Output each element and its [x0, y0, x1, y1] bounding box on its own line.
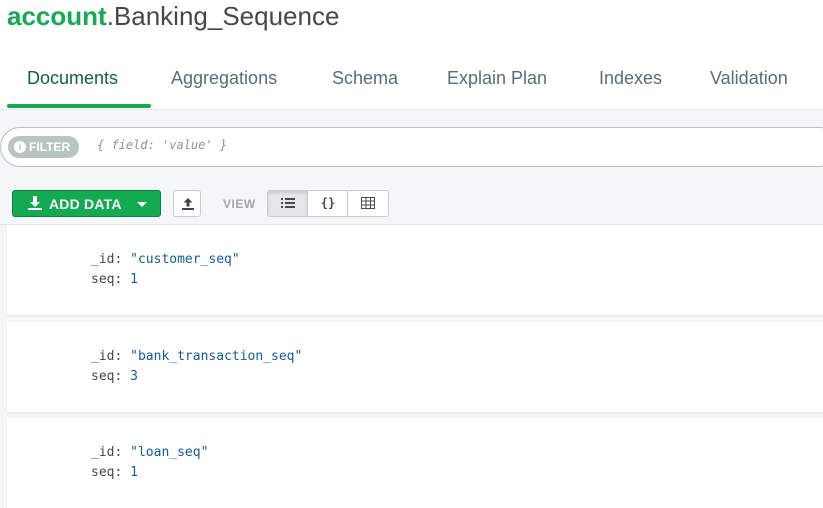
- active-tab-indicator: [7, 104, 151, 108]
- document-card[interactable]: _id: "bank_transaction_seq" seq: 3: [7, 322, 823, 412]
- document-card[interactable]: _id: "loan_seq" seq: 1: [7, 418, 823, 508]
- field-key: seq:: [91, 272, 123, 287]
- field-seq: seq: 1: [91, 272, 138, 287]
- info-icon[interactable]: i: [14, 141, 26, 153]
- documents-toolbar: ADD DATA VIEW {}: [0, 182, 823, 225]
- upload-icon: [182, 198, 194, 210]
- field-key: _id:: [91, 252, 123, 267]
- field-id: _id: "loan_seq": [91, 445, 208, 460]
- field-id: _id: "customer_seq": [91, 252, 240, 267]
- tab-schema[interactable]: Schema: [332, 68, 398, 89]
- collection-tabs: Documents Aggregations Schema Explain Pl…: [0, 54, 823, 110]
- filter-placeholder[interactable]: { field: 'value' }: [97, 138, 227, 152]
- view-label: VIEW: [223, 197, 256, 211]
- chevron-down-icon: [137, 202, 147, 207]
- field-key: _id:: [91, 445, 123, 460]
- field-seq: seq: 3: [91, 369, 138, 384]
- document-list: _id: "customer_seq" seq: 1 _id: "bank_tr…: [0, 225, 823, 508]
- view-toggle-group: {}: [267, 190, 389, 217]
- document-card[interactable]: _id: "customer_seq" seq: 1: [7, 225, 823, 315]
- tab-indexes[interactable]: Indexes: [599, 68, 662, 89]
- filter-pill: i FILTER: [8, 136, 79, 158]
- field-value: 1: [130, 465, 138, 480]
- field-id: _id: "bank_transaction_seq": [91, 349, 302, 364]
- table-icon: [361, 197, 375, 209]
- add-data-button[interactable]: ADD DATA: [12, 190, 161, 217]
- filter-pill-label: FILTER: [29, 140, 71, 154]
- tab-explain-plan[interactable]: Explain Plan: [447, 68, 547, 89]
- field-key: _id:: [91, 349, 123, 364]
- collection-name: Banking_Sequence: [113, 1, 340, 31]
- field-value: "customer_seq": [130, 252, 240, 267]
- json-view-button[interactable]: {}: [308, 191, 348, 216]
- export-collection-button[interactable]: [173, 190, 201, 217]
- field-key: seq:: [91, 465, 123, 480]
- field-value: "loan_seq": [130, 445, 209, 460]
- tab-validation[interactable]: Validation: [710, 68, 788, 89]
- field-value: 1: [130, 272, 138, 287]
- table-view-button[interactable]: [348, 191, 388, 216]
- download-icon: [28, 196, 42, 210]
- field-key: seq:: [91, 369, 123, 384]
- title-separator: .: [106, 1, 114, 31]
- list-icon: [281, 198, 295, 208]
- database-name: account: [7, 1, 107, 31]
- tab-aggregations[interactable]: Aggregations: [171, 68, 277, 89]
- field-value: 3: [130, 369, 138, 384]
- field-value: "bank_transaction_seq": [130, 349, 303, 364]
- list-view-button[interactable]: [268, 191, 308, 216]
- braces-icon: {}: [320, 196, 336, 210]
- collection-title: account.Banking_Sequence: [7, 0, 339, 36]
- add-data-label: ADD DATA: [49, 196, 122, 212]
- field-seq: seq: 1: [91, 465, 138, 480]
- filter-input[interactable]: i FILTER { field: 'value' }: [0, 127, 823, 167]
- tab-documents[interactable]: Documents: [27, 68, 118, 89]
- query-bar: i FILTER { field: 'value' }: [0, 110, 823, 182]
